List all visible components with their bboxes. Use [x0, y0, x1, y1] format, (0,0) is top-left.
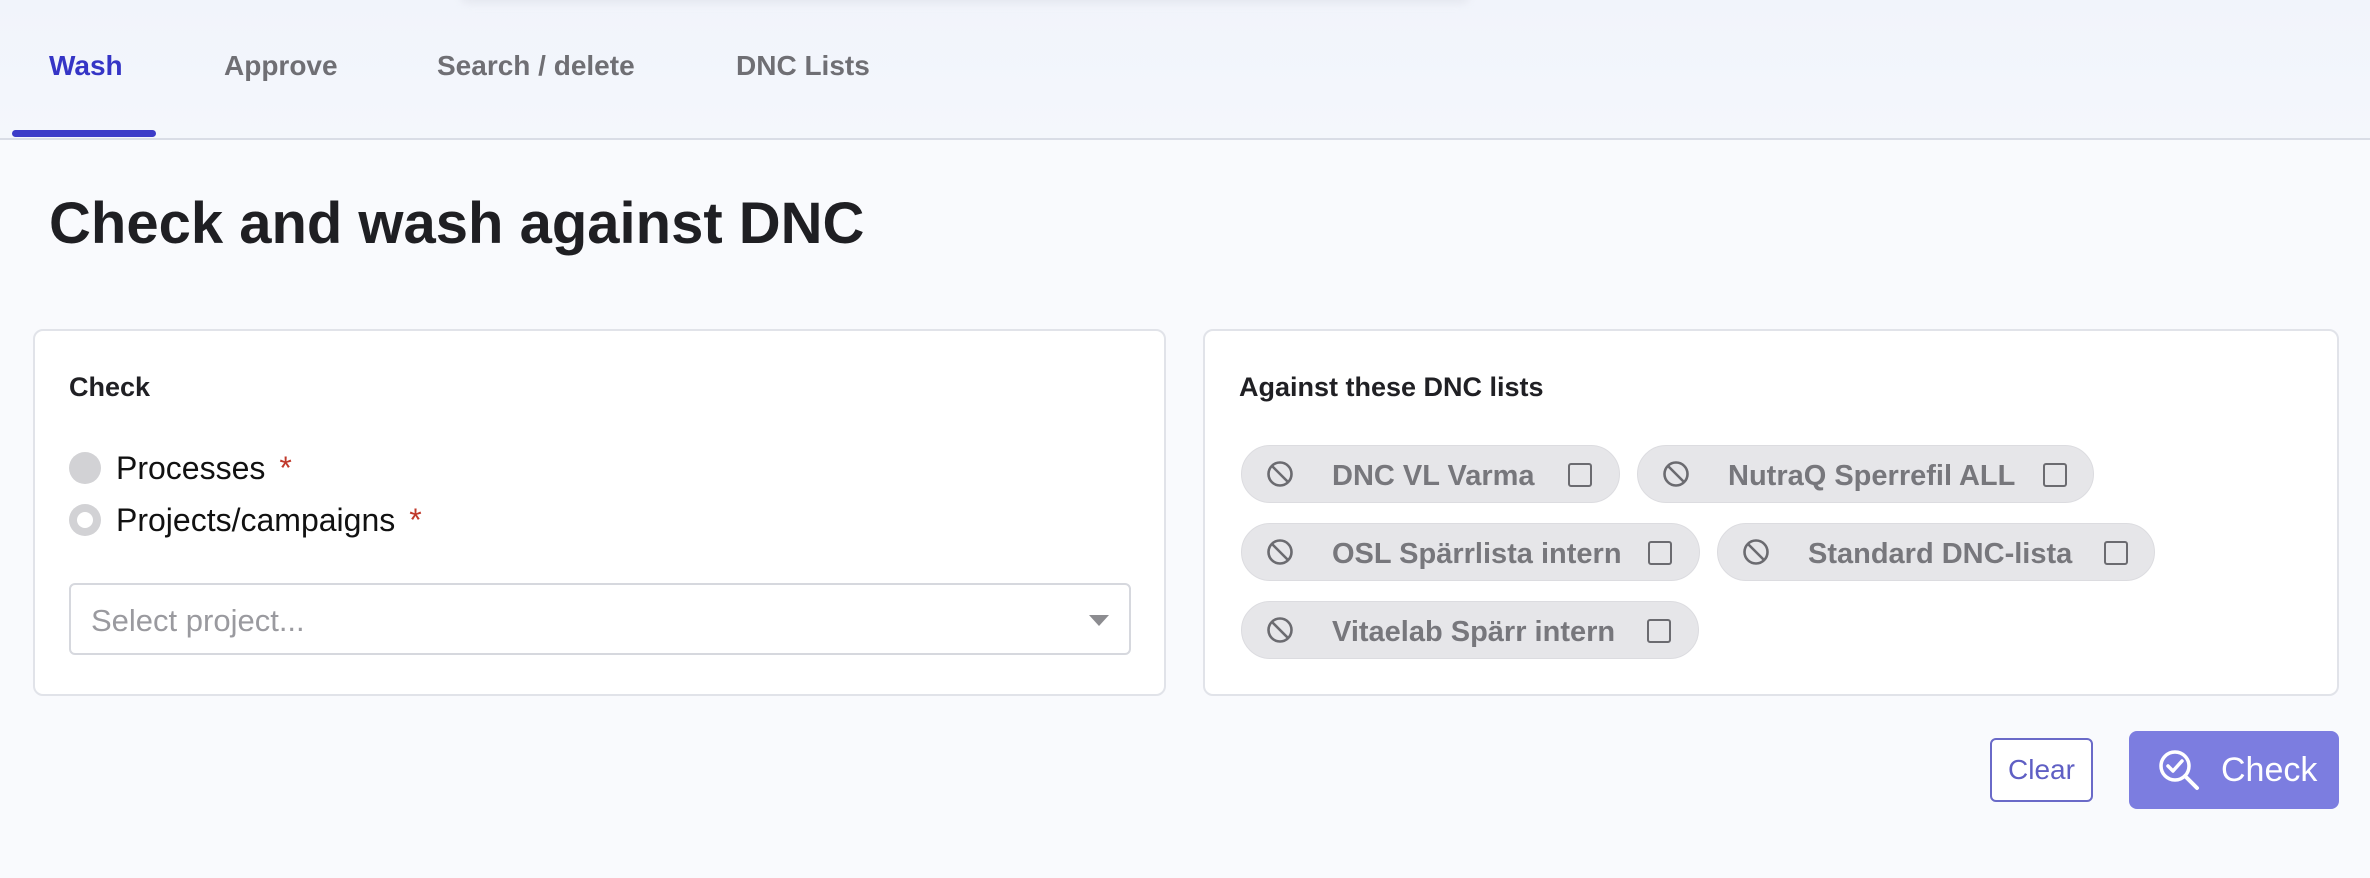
tab-dnc-lists[interactable]: DNC Lists	[736, 50, 870, 84]
dnc-chip-label: Standard DNC-lista	[1808, 538, 2073, 570]
dnc-lists-card: Against these DNC lists DNC VL Varma Nut…	[1203, 329, 2339, 696]
project-select[interactable]: Select project...	[69, 583, 1131, 655]
chevron-down-icon	[1089, 615, 1109, 626]
dnc-chip-label: DNC VL Varma	[1332, 460, 1535, 492]
dnc-chip-checkbox[interactable]	[2104, 541, 2128, 565]
required-marker: *	[409, 501, 422, 538]
radio-label: Projects/campaigns	[116, 501, 396, 538]
dnc-chip-vitaelab-sparr-intern[interactable]: Vitaelab Spärr intern	[1241, 601, 1699, 659]
check-button-label: Check	[2221, 750, 2318, 789]
dnc-chip-osl-sparrlista-intern[interactable]: OSL Spärrlista intern	[1241, 523, 1700, 581]
dnc-chip-standard-dnc-lista[interactable]: Standard DNC-lista	[1717, 523, 2155, 581]
dnc-chip-checkbox[interactable]	[1568, 463, 1592, 487]
check-card-title: Check	[69, 372, 151, 402]
radio-processes[interactable]: Processes *	[69, 448, 292, 488]
required-marker: *	[279, 449, 292, 486]
tab-approve[interactable]: Approve	[224, 50, 338, 84]
dnc-chip-checkbox[interactable]	[1647, 619, 1671, 643]
radio-button[interactable]	[69, 504, 101, 536]
dnc-chip-checkbox[interactable]	[2043, 463, 2067, 487]
search-check-icon	[2159, 750, 2199, 790]
tab-search-delete[interactable]: Search / delete	[437, 50, 635, 84]
dnc-card-title: Against these DNC lists	[1239, 372, 1544, 402]
check-card: Check Processes * Projects/campaigns * S…	[33, 329, 1166, 696]
active-tab-indicator	[12, 130, 156, 137]
clear-button[interactable]: Clear	[1990, 738, 2093, 802]
dnc-chip-dnc-vl-varma[interactable]: DNC VL Varma	[1241, 445, 1620, 503]
ban-icon	[1743, 539, 1769, 565]
ban-icon	[1267, 539, 1293, 565]
tab-bar: Wash Approve Search / delete DNC Lists	[0, 0, 2370, 140]
check-button[interactable]: Check	[2129, 731, 2339, 809]
ban-icon	[1267, 617, 1293, 643]
dnc-chip-label: NutraQ Sperrefil ALL	[1728, 460, 2016, 492]
top-shadow	[460, 0, 1470, 4]
tab-wash[interactable]: Wash	[49, 50, 123, 84]
ban-icon	[1267, 461, 1293, 487]
dnc-chip-checkbox[interactable]	[1648, 541, 1672, 565]
radio-label: Processes	[116, 449, 266, 486]
project-select-placeholder: Select project...	[91, 603, 305, 638]
dnc-chip-label: Vitaelab Spärr intern	[1332, 616, 1616, 648]
dnc-chip-label: OSL Spärrlista intern	[1332, 538, 1622, 570]
dnc-chip-nutraq-sperrefil-all[interactable]: NutraQ Sperrefil ALL	[1637, 445, 2094, 503]
radio-button[interactable]	[69, 452, 101, 484]
page-title: Check and wash against DNC	[49, 191, 865, 256]
radio-projects-campaigns[interactable]: Projects/campaigns *	[69, 500, 422, 540]
ban-icon	[1663, 461, 1689, 487]
